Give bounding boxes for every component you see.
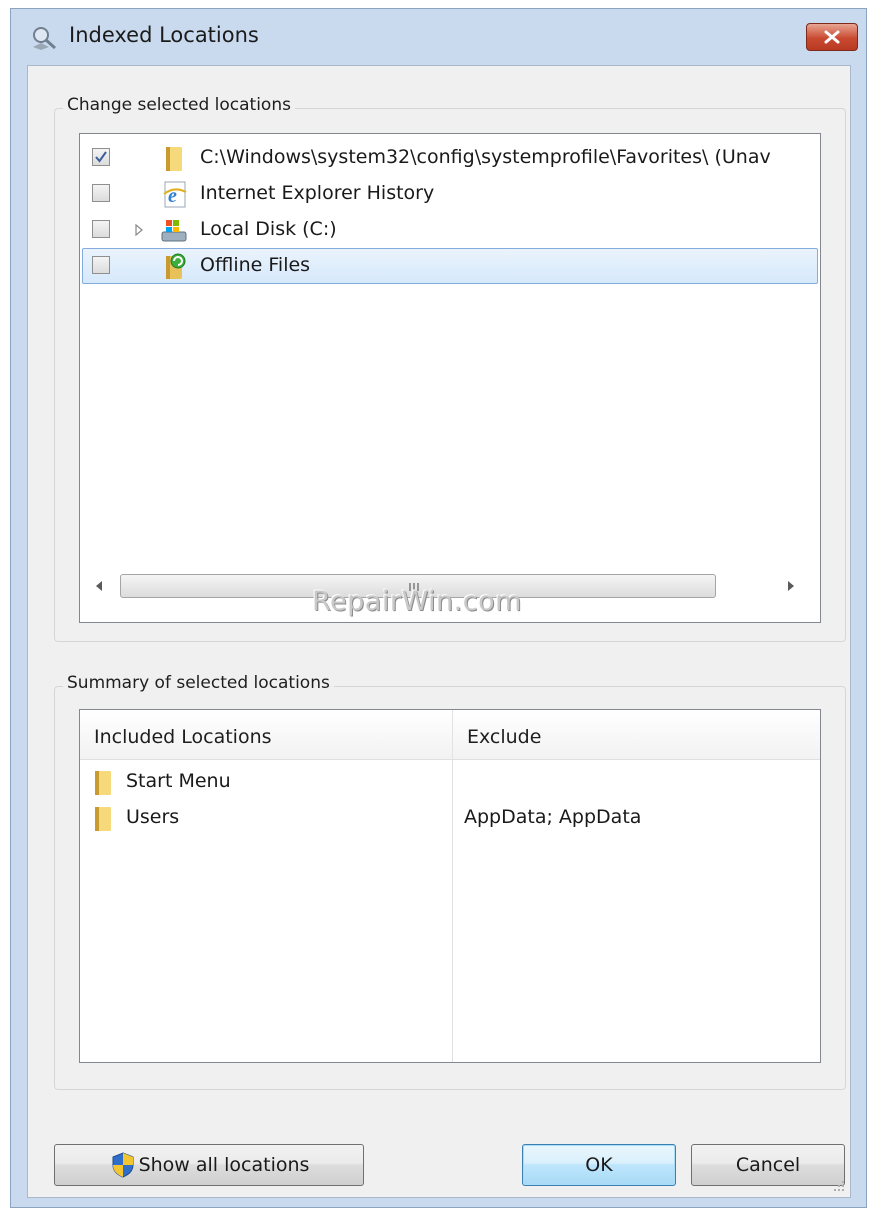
- location-label: C:\Windows\system32\config\systemprofile…: [200, 146, 771, 168]
- group-title-change: Change selected locations: [63, 95, 295, 115]
- magnifier-indexing-icon: [33, 27, 56, 50]
- scroll-right-icon[interactable]: [784, 578, 798, 594]
- folder-icon: [95, 807, 111, 831]
- uac-shield-icon: [112, 1152, 134, 1178]
- title-bar[interactable]: Indexed Locations: [11, 9, 866, 64]
- cancel-button[interactable]: Cancel: [691, 1144, 845, 1186]
- location-checkbox[interactable]: [92, 256, 110, 274]
- location-row-favorites[interactable]: C:\Windows\system32\config\systemprofile…: [82, 140, 818, 176]
- dialog-client-area: Change selected locations C:\Windows\sys…: [27, 65, 851, 1198]
- location-label: Local Disk (C:): [200, 218, 337, 240]
- folder-icon: [166, 147, 182, 171]
- resize-grip-icon[interactable]: [832, 1179, 846, 1193]
- exclude-label: AppData; AppData: [464, 806, 642, 828]
- column-header-exclude[interactable]: Exclude: [453, 710, 820, 760]
- location-checkbox[interactable]: [92, 220, 110, 238]
- location-row-offline-files[interactable]: Offline Files: [82, 248, 818, 284]
- group-title-summary: Summary of selected locations: [63, 673, 334, 693]
- local-disk-icon: [161, 220, 187, 242]
- ok-label: OK: [585, 1154, 613, 1176]
- expand-arrow-icon[interactable]: [134, 224, 144, 236]
- ok-button[interactable]: OK: [522, 1144, 676, 1186]
- window-title: Indexed Locations: [69, 23, 259, 47]
- location-label: Internet Explorer History: [200, 182, 435, 204]
- internet-explorer-icon: e: [163, 181, 187, 208]
- included-location-label: Users: [126, 806, 180, 828]
- summary-of-selected-locations-group: Summary of selected locations Included L…: [54, 673, 846, 1090]
- close-icon: [824, 30, 840, 44]
- checkmark-icon: [95, 151, 107, 163]
- locations-tree[interactable]: C:\Windows\system32\config\systemprofile…: [79, 133, 821, 623]
- offline-files-icon: [166, 253, 186, 279]
- show-all-locations-button[interactable]: Show all locations: [54, 1144, 364, 1186]
- close-button[interactable]: [806, 23, 858, 51]
- included-location-label: Start Menu: [126, 770, 231, 792]
- summary-list[interactable]: Included Locations Exclude Start Menu Us…: [79, 709, 821, 1063]
- show-all-locations-label: Show all locations: [138, 1154, 310, 1176]
- location-checkbox[interactable]: [92, 148, 110, 166]
- location-row-local-disk[interactable]: Local Disk (C:): [82, 212, 818, 248]
- column-divider: [452, 710, 453, 1062]
- change-selected-locations-group: Change selected locations C:\Windows\sys…: [54, 95, 846, 642]
- svg-text:e: e: [168, 185, 177, 207]
- location-label: Offline Files: [200, 254, 311, 276]
- folder-icon: [95, 771, 111, 795]
- location-checkbox[interactable]: [92, 184, 110, 202]
- scroll-left-icon[interactable]: [92, 578, 106, 594]
- watermark-text: RepairWin.com: [312, 586, 522, 617]
- cancel-label: Cancel: [735, 1154, 801, 1176]
- column-header-included[interactable]: Included Locations: [80, 710, 452, 760]
- location-row-ie-history[interactable]: e Internet Explorer History: [82, 176, 818, 212]
